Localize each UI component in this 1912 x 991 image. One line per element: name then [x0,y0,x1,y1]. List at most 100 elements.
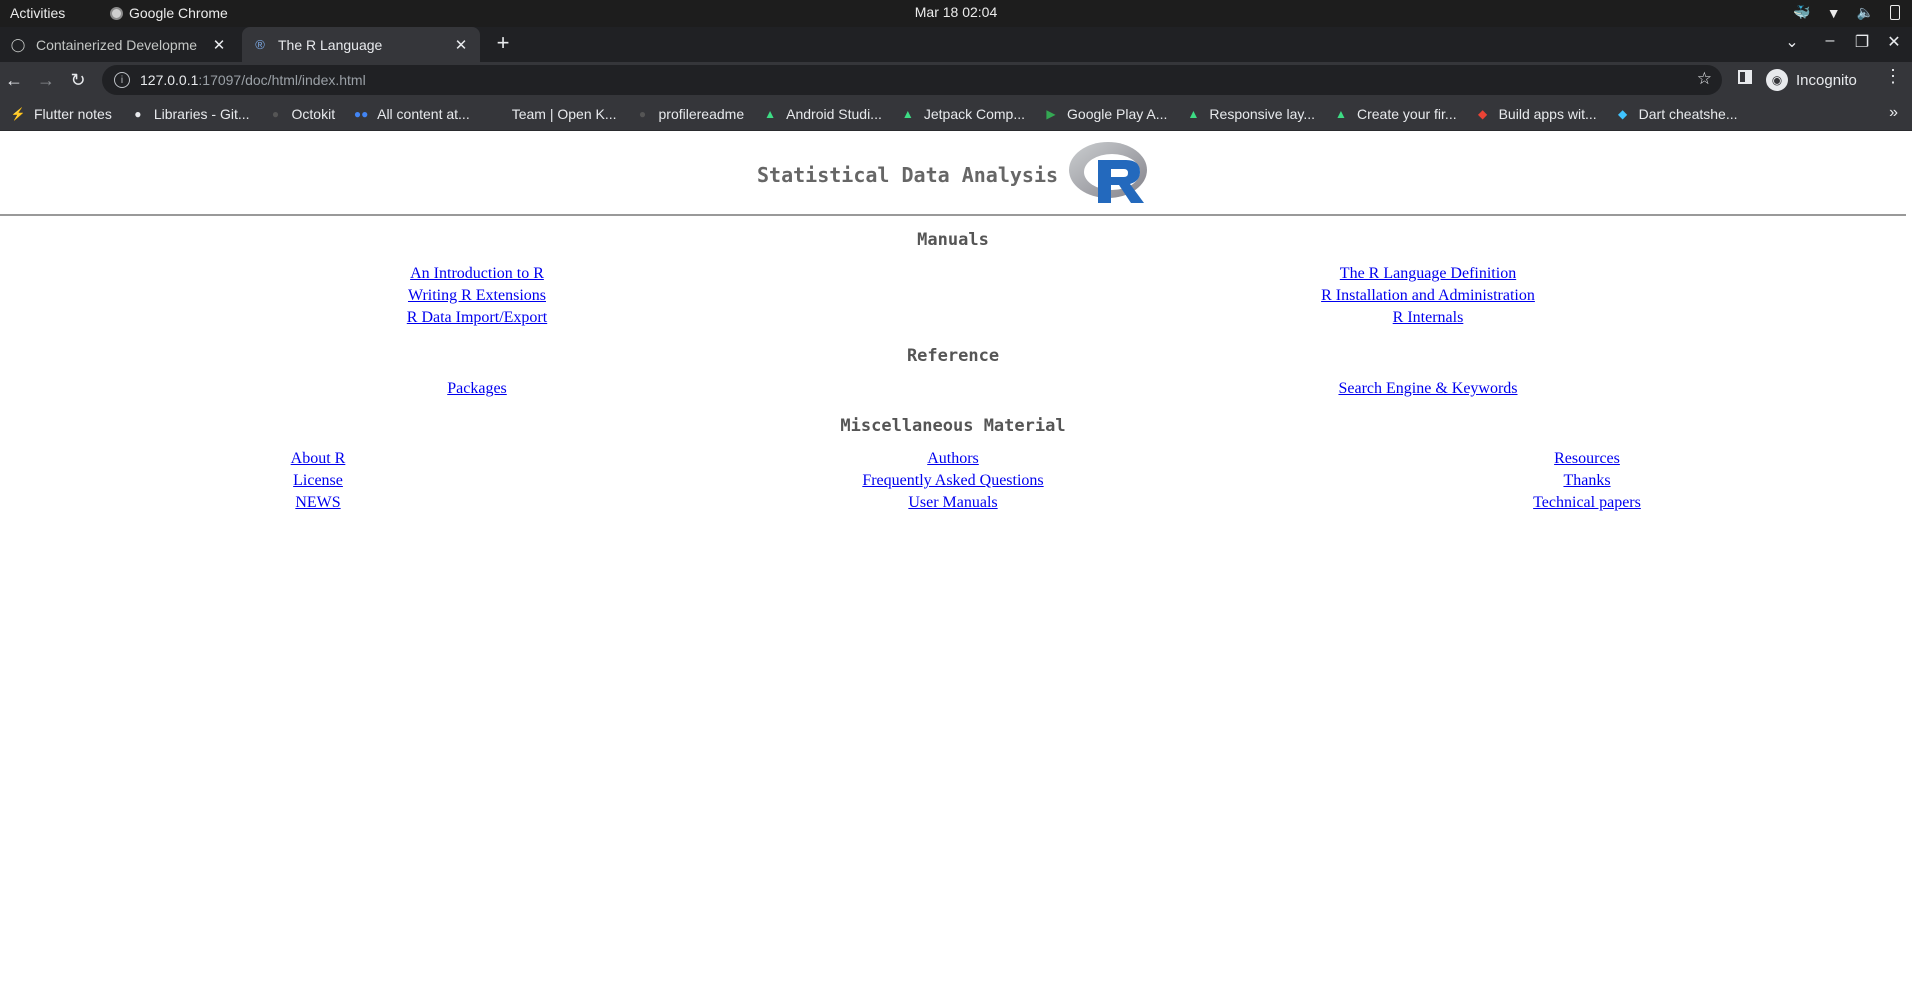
r-logo-icon: ® [255,37,265,52]
system-top-bar: Activities Google Chrome Mar 18 02:04 🐳 … [0,0,1912,27]
site-info-icon[interactable]: i [114,72,130,88]
link-user-manuals[interactable]: User Manuals [803,492,1103,514]
bookmark-team-open[interactable]: Team | Open K... [488,106,617,122]
bookmark-label: All content at... [377,106,470,122]
bookmark-label: Libraries - Git... [153,106,250,122]
github-icon: ◯ [10,36,26,52]
clock[interactable]: Mar 18 02:04 [915,4,998,20]
link-r-installation-and-administration[interactable]: R Installation and Administration [1270,285,1586,307]
link-writing-r-extensions[interactable]: Writing R Extensions [320,285,634,307]
more-bookmarks-icon[interactable]: » [1889,104,1898,122]
bookmark-all-content[interactable]: ●● All content at... [353,106,470,122]
page-content: Statistical Data Analysis Manuals An Int… [0,131,1912,991]
wifi-icon: ▼ [1826,4,1841,21]
manuals-heading: Manuals [917,230,989,250]
misc-column-3: Resources Thanks Technical papers [1487,448,1687,514]
tab-containerized-development[interactable]: ◯ Containerized Developme ✕ [0,27,238,62]
link-r-internals[interactable]: R Internals [1270,307,1586,329]
link-the-r-language-definition[interactable]: The R Language Definition [1270,263,1586,285]
bookmark-octokit[interactable]: ● Octokit [268,106,336,122]
dart-icon: ◆ [1618,107,1628,121]
bookmark-label: Jetpack Comp... [923,106,1026,122]
tab-strip: ◯ Containerized Developme ✕ ® The R Lang… [0,27,1912,62]
github-icon: ● [134,107,142,121]
tab-title: Containerized Developme [36,36,198,53]
manuals-right-column: The R Language Definition R Installation… [1270,263,1586,329]
bookmark-label: Dart cheatshe... [1638,106,1738,122]
docker-icon: 🐳 [1793,4,1811,20]
bookmark-flutter-notes[interactable]: ⚡ Flutter notes [10,106,112,122]
misc-heading: Miscellaneous Material [840,416,1066,436]
page-header: Statistical Data Analysis [0,139,1912,209]
link-technical-papers[interactable]: Technical papers [1487,492,1687,514]
bookmark-star-icon[interactable]: ☆ [1697,69,1712,89]
bookmark-label: Team | Open K... [511,106,617,122]
bookmark-label: Flutter notes [34,106,112,122]
bookmark-google-play[interactable]: ▶ Google Play A... [1043,106,1167,122]
minimize-icon[interactable]: – [1818,32,1842,50]
incognito-icon: ◉ [1766,69,1788,91]
link-news[interactable]: NEWS [218,492,418,514]
link-resources[interactable]: Resources [1487,448,1687,470]
link-license[interactable]: License [218,470,418,492]
tab-the-r-language[interactable]: ® The R Language ✕ [242,27,480,62]
profile-label: Incognito [1796,71,1857,89]
page-title: Statistical Data Analysis [757,163,1059,187]
close-tab-icon[interactable]: ✕ [210,36,228,54]
reference-left-column: Packages [320,378,634,400]
bookmark-libraries-github[interactable]: ● Libraries - Git... [130,106,250,122]
link-an-introduction-to-r[interactable]: An Introduction to R [320,263,634,285]
profile-button[interactable]: ◉ Incognito [1766,66,1857,94]
play-icon: ▶ [1046,107,1056,121]
system-tray[interactable]: 🐳 ▼ 🔈 [1793,4,1900,21]
browser-toolbar: ← → ↻ i 127.0.0.1:17097/doc/html/index.h… [0,62,1912,98]
back-button[interactable]: ← [2,68,26,92]
tab-search-icon[interactable]: ⌄ [1780,32,1804,52]
r-logo [1069,142,1147,203]
link-packages[interactable]: Packages [320,378,634,400]
bookmark-label: Create your fir... [1357,106,1457,122]
tab-title: The R Language [278,36,383,53]
close-tab-icon[interactable]: ✕ [452,36,470,54]
activities-button[interactable]: Activities [10,5,65,21]
link-search-engine-keywords[interactable]: Search Engine & Keywords [1270,378,1586,400]
google-icon: ◆ [1477,107,1488,121]
chrome-menu-icon[interactable]: ⋮ [1884,66,1902,87]
url-host: 127.0.0.1 [140,72,199,88]
link-r-data-import-export[interactable]: R Data Import/Export [320,307,634,329]
bookmark-responsive-layouts[interactable]: ▲ Responsive lay... [1185,106,1315,122]
link-frequently-asked-questions[interactable]: Frequently Asked Questions [803,470,1103,492]
android-icon: ▲ [901,107,914,121]
bookmark-build-apps[interactable]: ◆ Build apps wit... [1475,106,1597,122]
chrome-icon [110,6,123,20]
bookmark-label: Build apps wit... [1498,106,1597,122]
close-window-icon[interactable]: ✕ [1882,32,1906,52]
address-bar[interactable]: i 127.0.0.1:17097/doc/html/index.html ☆ [102,65,1722,95]
bookmark-label: profilereadme [658,106,745,122]
reload-button[interactable]: ↻ [66,68,90,92]
bookmark-label: Octokit [291,106,336,122]
link-thanks[interactable]: Thanks [1487,470,1687,492]
app-menu[interactable]: Google Chrome [110,5,228,21]
header-divider [0,214,1906,216]
side-panel-icon[interactable] [1738,70,1752,84]
new-tab-button[interactable]: + [490,31,516,57]
reference-right-column: Search Engine & Keywords [1270,378,1586,400]
bookmark-label: Google Play A... [1067,106,1168,122]
flutter-icon: ⚡ [10,107,26,121]
android-icon: ▲ [1187,107,1200,121]
misc-column-2: Authors Frequently Asked Questions User … [803,448,1103,514]
bookmark-jetpack-compose[interactable]: ▲ Jetpack Comp... [900,106,1025,122]
android-icon: ▲ [764,107,777,121]
url-path: :17097/doc/html/index.html [198,72,366,88]
bookmark-android-studio[interactable]: ▲ Android Studi... [762,106,882,122]
forward-button[interactable]: → [34,68,58,92]
bookmark-profilereadme[interactable]: ● profilereadme [635,106,745,122]
link-about-r[interactable]: About R [218,448,418,470]
dots-icon: ●● [353,107,369,121]
bookmark-create-your-first[interactable]: ▲ Create your fir... [1333,106,1457,122]
link-authors[interactable]: Authors [803,448,1103,470]
bookmark-dart-cheatsheet[interactable]: ◆ Dart cheatshe... [1615,106,1738,122]
maximize-icon[interactable]: ❐ [1850,32,1874,52]
bookmark-label: Android Studi... [786,106,882,122]
